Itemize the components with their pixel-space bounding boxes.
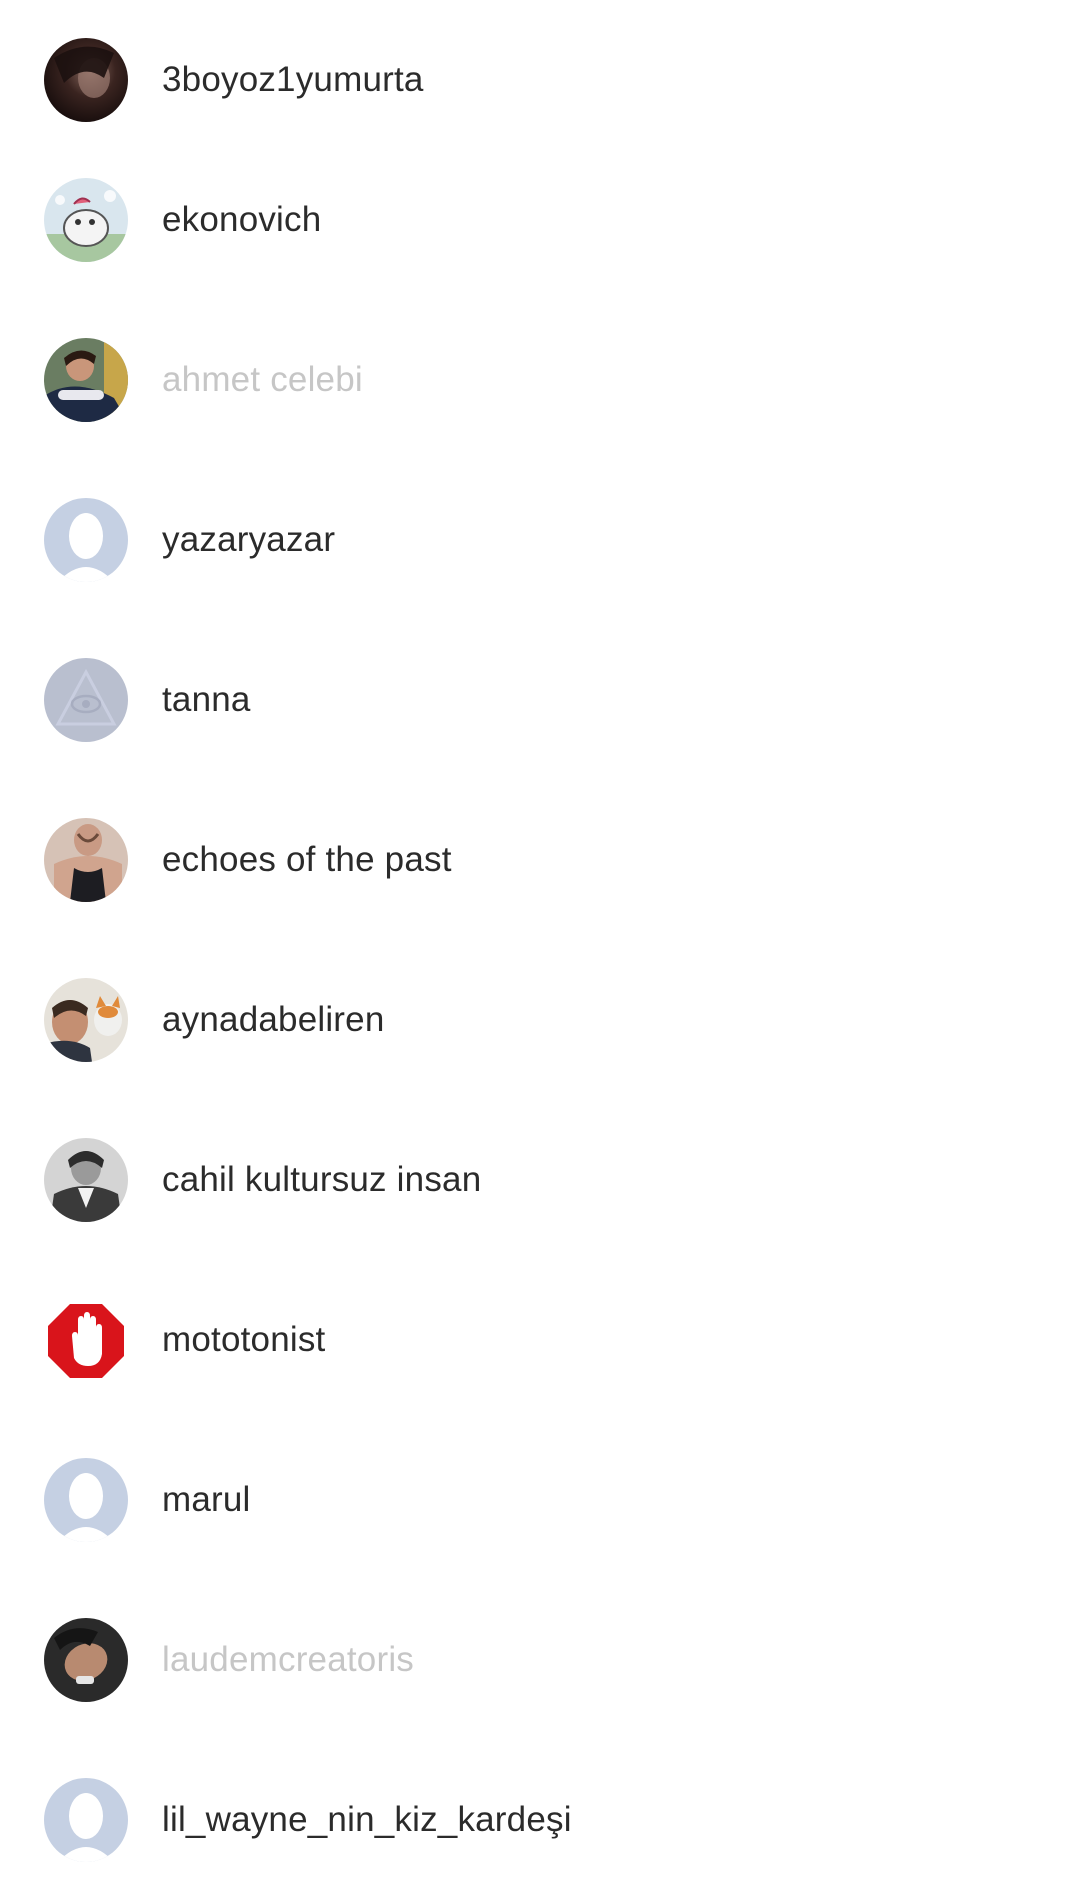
username[interactable]: mototonist [162, 1320, 325, 1360]
username[interactable]: aynadabeliren [162, 1000, 385, 1040]
photo-bw-portrait-avatar[interactable] [44, 1138, 128, 1222]
cartoon-cat-avatar[interactable] [44, 178, 128, 262]
photo-man-tilted-avatar[interactable] [44, 1618, 128, 1702]
user-row[interactable]: ahmet celebi [0, 300, 1080, 460]
eye-pyramid-avatar[interactable] [44, 658, 128, 742]
default-person-avatar[interactable] [44, 1778, 128, 1862]
user-row[interactable]: cahil kultursuz insan [0, 1100, 1080, 1260]
username[interactable]: marul [162, 1480, 251, 1520]
user-row[interactable]: echoes of the past [0, 780, 1080, 940]
user-row[interactable]: aynadabeliren [0, 940, 1080, 1100]
photo-man-tanktop-avatar[interactable] [44, 818, 128, 902]
username[interactable]: laudemcreatoris [162, 1640, 414, 1680]
username[interactable]: ahmet celebi [162, 360, 363, 400]
user-row[interactable]: mototonist [0, 1260, 1080, 1420]
stop-hand-icon[interactable] [44, 1298, 128, 1382]
user-row[interactable]: 3boyoz1yumurta [0, 0, 1080, 160]
username[interactable]: echoes of the past [162, 840, 452, 880]
user-row[interactable]: ekonovich [0, 140, 1080, 300]
username[interactable]: cahil kultursuz insan [162, 1160, 481, 1200]
username[interactable]: 3boyoz1yumurta [162, 60, 424, 100]
username[interactable]: lil_wayne_nin_kiz_kardeşi [162, 1800, 572, 1840]
user-list: 3boyoz1yumurta ekonovich ahmet celebi ya… [0, 0, 1080, 1862]
username[interactable]: ekonovich [162, 200, 321, 240]
user-row[interactable]: laudemcreatoris [0, 1580, 1080, 1740]
photo-dark-hooded-avatar[interactable] [44, 38, 128, 122]
photo-man-with-cat-avatar[interactable] [44, 978, 128, 1062]
user-row[interactable]: yazaryazar [0, 460, 1080, 620]
username[interactable]: tanna [162, 680, 251, 720]
username[interactable]: yazaryazar [162, 520, 335, 560]
user-row[interactable]: lil_wayne_nin_kiz_kardeşi [0, 1740, 1080, 1900]
user-row[interactable]: tanna [0, 620, 1080, 780]
user-row[interactable]: marul [0, 1420, 1080, 1580]
default-person-avatar[interactable] [44, 1458, 128, 1542]
photo-man-avatar[interactable] [44, 338, 128, 422]
default-person-avatar[interactable] [44, 498, 128, 582]
